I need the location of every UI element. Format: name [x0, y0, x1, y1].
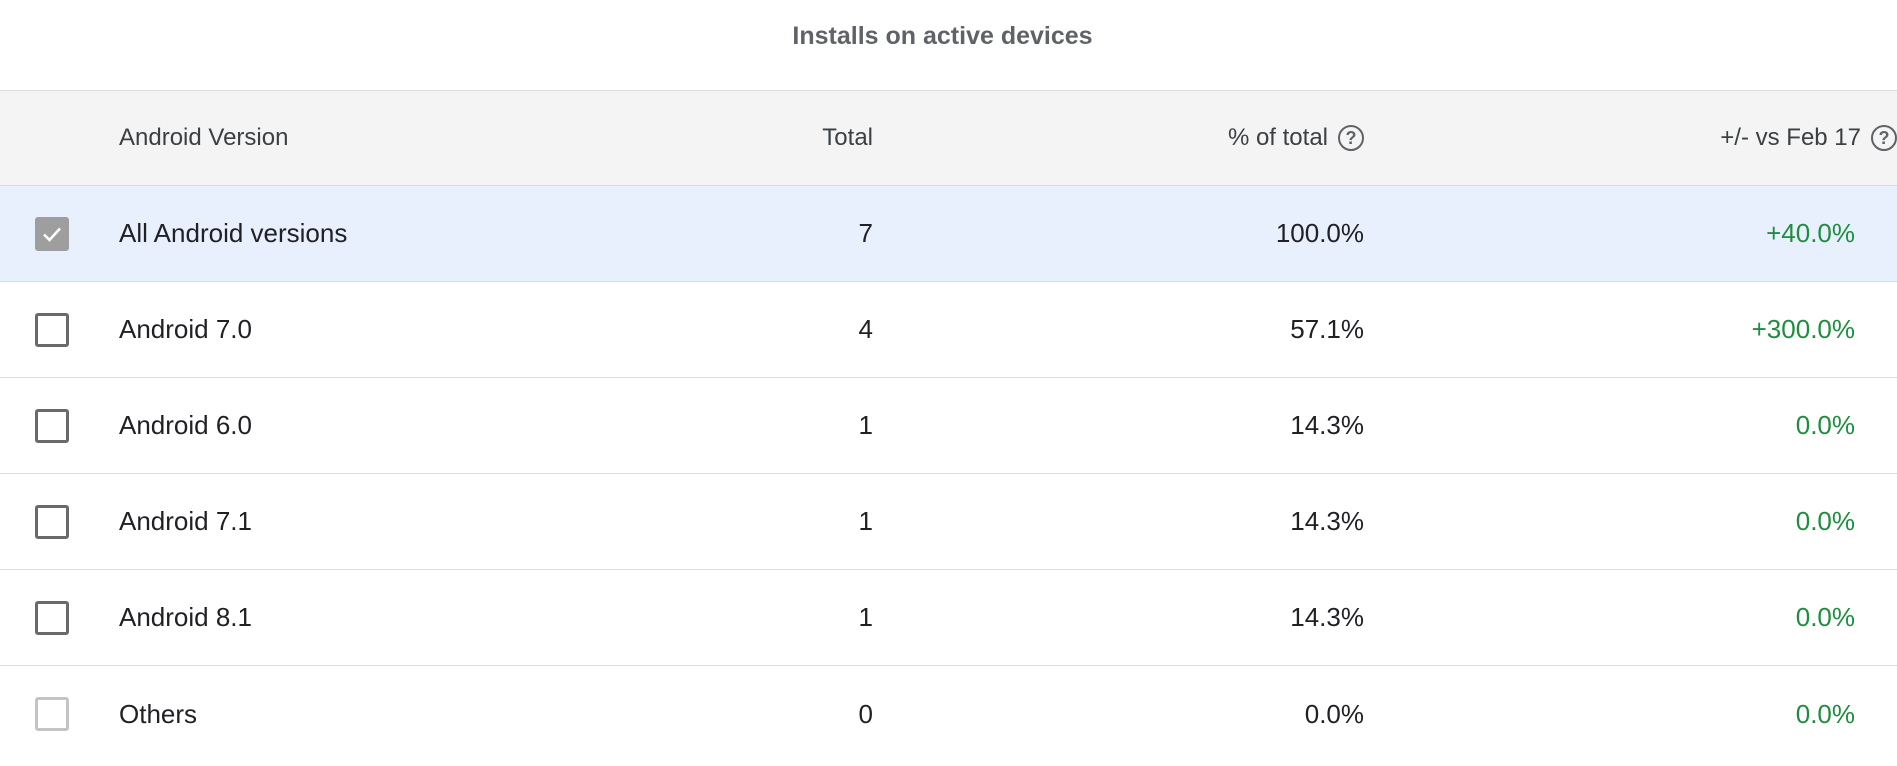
row-change: 0.0% [1795, 506, 1855, 536]
row-percent: 0.0% [1304, 698, 1364, 729]
table-header: Android Version Total % of total ? +/- v… [0, 90, 1897, 186]
row-checkbox[interactable] [35, 408, 69, 443]
row-version-name: All Android versions [119, 218, 348, 248]
table-row[interactable]: Android 6.0 1 14.3% 0.0% [0, 378, 1897, 474]
column-header-change[interactable]: +/- vs Feb 17 ? [1720, 91, 1897, 185]
column-header-change-label: +/- vs Feb 17 [1720, 124, 1861, 151]
row-total: 1 [858, 410, 873, 440]
row-percent: 14.3% [1290, 602, 1364, 632]
column-header-percent[interactable]: % of total ? [1228, 91, 1364, 185]
row-total: 0 [858, 698, 873, 729]
panel-title: Installs on active devices [792, 22, 1093, 50]
table-row[interactable]: Android 7.1 1 14.3% 0.0% [0, 474, 1897, 570]
row-change: 0.0% [1795, 602, 1855, 632]
row-version-name: Others [119, 698, 198, 729]
check-icon [43, 227, 61, 242]
row-change: 0.0% [1795, 410, 1855, 440]
row-checkbox[interactable] [35, 600, 69, 635]
installs-panel: Installs on active devices Android Versi… [0, 0, 1897, 766]
row-change: 0.0% [1795, 698, 1855, 729]
row-checkbox[interactable] [35, 697, 69, 731]
row-percent: 57.1% [1290, 314, 1364, 344]
help-icon[interactable]: ? [1338, 125, 1364, 151]
column-header-total[interactable]: Total [822, 91, 873, 185]
row-version-name: Android 8.1 [119, 602, 252, 632]
row-total: 7 [858, 218, 873, 248]
row-percent: 14.3% [1290, 410, 1364, 440]
row-checkbox[interactable] [35, 216, 69, 251]
table-row[interactable]: Android 8.1 1 14.3% 0.0% [0, 570, 1897, 666]
android-version-table: Android Version Total % of total ? +/- v… [0, 90, 1897, 762]
column-header-version[interactable]: Android Version [119, 91, 288, 185]
row-checkbox[interactable] [35, 504, 69, 539]
row-total: 1 [858, 506, 873, 536]
row-checkbox[interactable] [35, 312, 69, 347]
row-percent: 14.3% [1290, 506, 1364, 536]
row-version-name: Android 6.0 [119, 410, 252, 440]
row-percent: 100.0% [1275, 218, 1364, 248]
column-header-percent-label: % of total [1227, 124, 1328, 151]
table-row[interactable]: Android 7.0 4 57.1% +300.0% [0, 282, 1897, 378]
table-row[interactable]: All Android versions 7 100.0% +40.0% [0, 186, 1897, 282]
row-total: 1 [858, 602, 873, 632]
table-row[interactable]: Others 0 0.0% 0.0% [0, 666, 1897, 762]
row-change: +300.0% [1751, 314, 1855, 344]
row-change: +40.0% [1766, 218, 1855, 248]
help-icon[interactable]: ? [1871, 125, 1897, 151]
row-total: 4 [858, 314, 873, 344]
row-version-name: Android 7.0 [119, 314, 252, 344]
row-version-name: Android 7.1 [119, 506, 252, 536]
